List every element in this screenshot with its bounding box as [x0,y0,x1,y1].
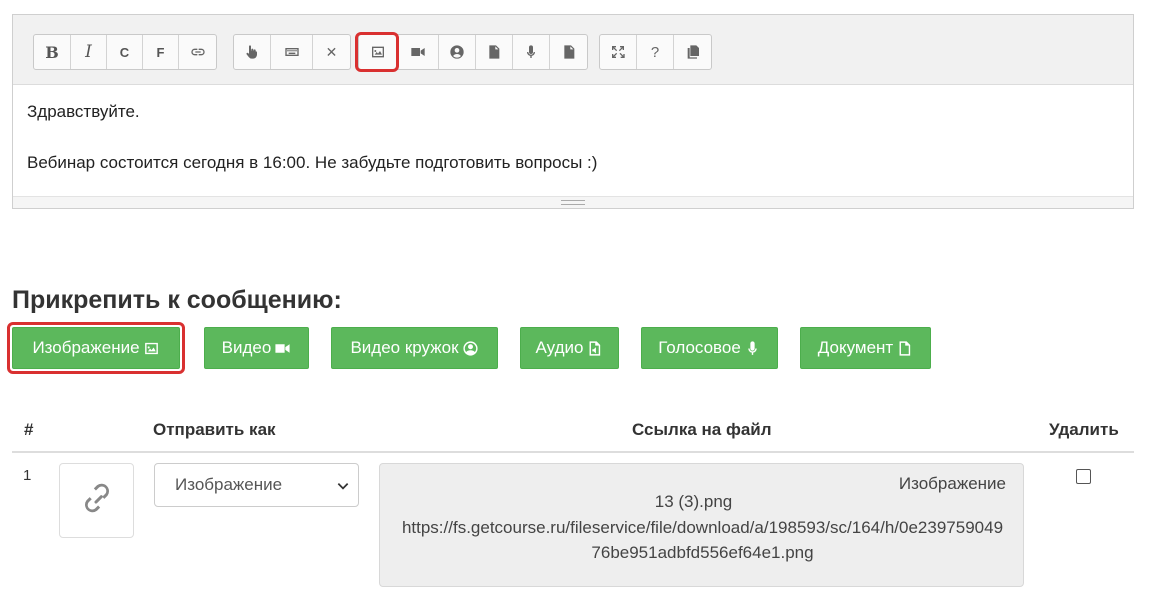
keyboard-icon [284,48,299,56]
microphone-icon [748,340,757,355]
attach-document-button[interactable]: Документ [800,327,931,369]
insert-audio-button[interactable] [476,35,513,69]
toolbar-group-format: B I C F [33,34,217,70]
document-icon [899,340,911,356]
editor-content[interactable]: Здравствуйте. Вебинар состоится сегодня … [13,85,1133,197]
pointer-button[interactable] [234,35,271,69]
attach-video-circle-button[interactable]: Видео кружок [331,327,498,369]
editor-line: Здравствуйте. [27,102,140,121]
keyboard-button[interactable] [271,35,313,69]
file-url[interactable]: https://fs.getcourse.ru/fileservice/file… [400,515,1005,565]
chevron-down-icon [337,483,349,490]
message-editor: B I C F ✕ ? Здравствуйте. Вебинар состои… [12,14,1134,209]
fullscreen-button[interactable] [600,35,637,69]
row-number: 1 [23,467,32,484]
audio-file-icon [590,340,601,356]
send-as-select[interactable]: Изображение [154,463,359,507]
attach-voice-label: Голосовое [658,338,741,357]
delete-checkbox[interactable] [1076,469,1091,484]
hand-pointer-icon [246,45,258,59]
italic-icon: I [85,42,92,62]
editor-toolbar: B I C F ✕ ? [13,15,1133,85]
attach-video-label: Видео [221,338,272,357]
bold-icon: B [45,42,59,62]
column-header-delete: Удалить [1049,420,1119,439]
close-icon: ✕ [325,43,338,60]
insert-voice-button[interactable] [513,35,550,69]
grip-icon [561,200,585,205]
attach-image-highlight [7,322,185,374]
c-label: C [119,44,130,60]
attach-title: Прикрепить к сообщению: [12,286,342,314]
clear-button[interactable]: ✕ [313,35,350,69]
attach-audio-label: Аудио [535,338,584,357]
f-label: F [156,44,165,60]
f-button[interactable]: F [143,35,179,69]
insert-document-button[interactable] [550,35,587,69]
video-camera-icon [410,48,425,56]
toolbar-group-insert: ✕ [233,34,351,70]
attach-document-label: Документ [817,338,894,357]
document-icon [563,45,574,59]
file-name: 13 (3).png [654,492,733,511]
editor-line: Вебинар состоится сегодня в 16:00. Не за… [27,153,598,172]
c-button[interactable]: C [107,35,143,69]
user-circle-icon [450,45,464,59]
file-thumbnail [59,463,134,538]
column-header-num: # [24,420,34,439]
help-icon: ? [650,43,660,61]
attach-audio-button[interactable]: Аудио [520,327,619,369]
file-type-label: Изображение [898,474,1006,493]
link-button[interactable] [179,35,216,69]
bold-button[interactable]: B [34,35,71,69]
user-circle-icon [462,340,478,356]
insert-video-circle-button[interactable] [439,35,476,69]
copy-icon [687,45,699,59]
toolbar-group-misc: ? [599,34,712,70]
attach-video-circle-label: Видео кружок [350,338,459,357]
expand-icon [612,46,625,58]
resize-handle[interactable] [13,196,1133,208]
video-camera-icon [275,343,290,353]
file-link-box: Изображение 13 (3).png https://fs.getcou… [379,463,1024,587]
table-header-divider [12,451,1134,453]
insert-video-button[interactable] [397,35,439,69]
help-button[interactable]: ? [637,35,674,69]
image-button-highlight [355,32,399,72]
audio-file-icon [489,45,500,59]
link-icon [84,483,109,512]
link-icon [190,48,205,56]
copy-button[interactable] [674,35,711,69]
attach-voice-button[interactable]: Голосовое [641,327,778,369]
microphone-icon [527,45,535,58]
attach-video-button[interactable]: Видео [204,327,309,369]
italic-button[interactable]: I [71,35,107,69]
column-header-send-as: Отправить как [153,420,276,439]
column-header-link: Ссылка на файл [632,420,772,439]
send-as-value: Изображение [175,475,283,494]
